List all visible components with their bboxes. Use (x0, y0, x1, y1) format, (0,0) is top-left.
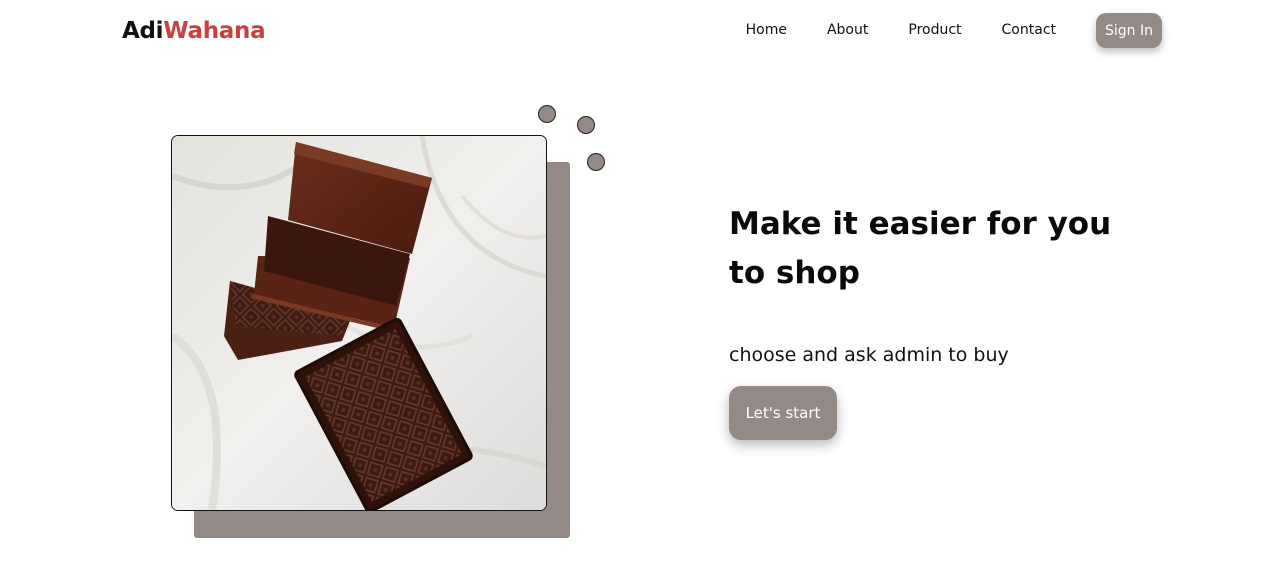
nav-product-link[interactable]: Product (908, 13, 961, 48)
lets-start-button[interactable]: Let's start (729, 386, 837, 440)
main-nav: Home About Product Contact Sign In (746, 13, 1162, 48)
decorative-dot-1 (538, 105, 556, 123)
landing-page: AdiWahana Home About Product Contact Sig… (0, 0, 1280, 573)
brand-logo[interactable]: AdiWahana (122, 16, 266, 46)
wooden-boxes-illustration (172, 136, 546, 510)
nav-home-link[interactable]: Home (746, 13, 787, 48)
decorative-dot-3 (587, 153, 605, 171)
brand-logo-part1: Adi (122, 18, 164, 44)
nav-about-link[interactable]: About (827, 13, 868, 48)
nav-contact-link[interactable]: Contact (1002, 13, 1056, 48)
decorative-dot-2 (577, 116, 595, 134)
hero-product-image (171, 135, 547, 511)
hero-headline: Make it easier for you to shop (729, 206, 1112, 291)
brand-logo-part2: Wahana (163, 18, 266, 44)
hero-subtext: choose and ask admin to buy (729, 344, 1009, 366)
sign-in-button[interactable]: Sign In (1096, 13, 1162, 48)
